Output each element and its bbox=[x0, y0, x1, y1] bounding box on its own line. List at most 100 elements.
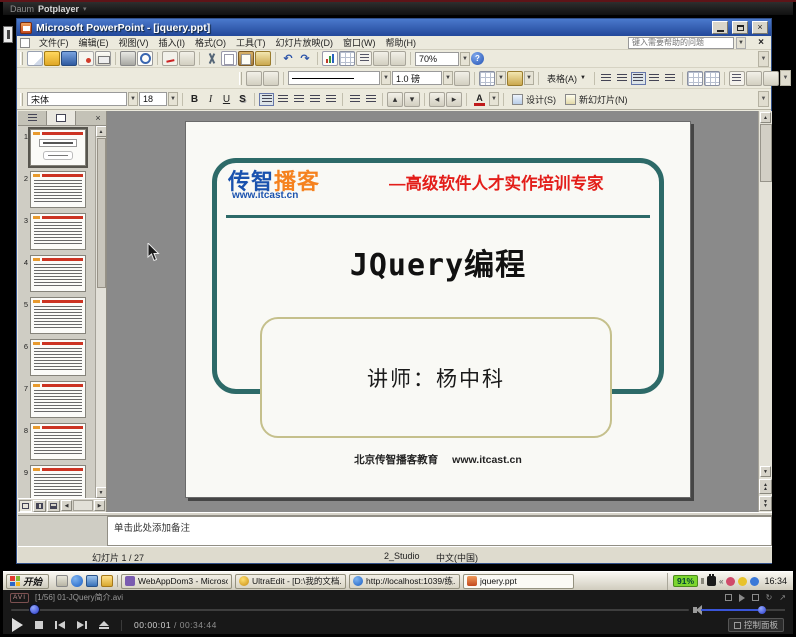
new-icon[interactable] bbox=[27, 51, 43, 66]
insert-table-icon[interactable] bbox=[339, 51, 355, 66]
italic-button[interactable]: I bbox=[203, 92, 218, 107]
thumbnail-slide-3[interactable] bbox=[30, 213, 86, 250]
rotate-text-icon[interactable] bbox=[763, 71, 779, 86]
menu-help[interactable]: 帮助(H) bbox=[381, 36, 422, 49]
menu-tools[interactable]: 工具(T) bbox=[231, 36, 271, 49]
tray-icon-3[interactable] bbox=[750, 577, 759, 586]
slide-editor[interactable]: 传智播客 www.itcast.cn —高级软件人才实作培训专家 JQuery编… bbox=[107, 111, 758, 512]
next-slide-button[interactable]: ▼▼ bbox=[759, 496, 772, 511]
help-icon[interactable]: ? bbox=[471, 52, 484, 65]
toolbar-overflow-icon[interactable]: ▼ bbox=[758, 91, 769, 107]
scroll-right-icon[interactable]: ▶ bbox=[94, 500, 105, 511]
volume-knob[interactable] bbox=[758, 606, 766, 614]
tray-icon-1[interactable] bbox=[726, 577, 735, 586]
zoom-combo[interactable]: 70% bbox=[415, 52, 459, 66]
show-grid-icon[interactable] bbox=[373, 51, 389, 66]
outside-border-icon[interactable] bbox=[479, 71, 495, 86]
slideshow-view-button[interactable] bbox=[47, 500, 60, 512]
clock[interactable]: 16:34 bbox=[764, 576, 787, 586]
permission-icon[interactable] bbox=[78, 51, 94, 66]
print-icon[interactable] bbox=[120, 51, 136, 66]
close-button[interactable]: × bbox=[752, 21, 768, 34]
volume-icon[interactable] bbox=[693, 607, 697, 613]
slide-canvas[interactable]: 传智播客 www.itcast.cn —高级软件人才实作培训专家 JQuery编… bbox=[185, 121, 691, 498]
menu-file[interactable]: 文件(F) bbox=[34, 36, 74, 49]
seek-knob[interactable] bbox=[29, 604, 40, 615]
email-icon[interactable] bbox=[95, 51, 111, 66]
cut-icon[interactable] bbox=[204, 51, 220, 66]
fill-color-icon[interactable] bbox=[507, 71, 523, 86]
tray-expand-icon[interactable]: « bbox=[719, 577, 723, 586]
previous-button[interactable] bbox=[55, 621, 65, 629]
normal-view-button[interactable] bbox=[19, 500, 32, 512]
paste-icon[interactable] bbox=[238, 51, 254, 66]
border-color-pencil-icon[interactable] bbox=[454, 71, 470, 86]
text-direction-icon[interactable] bbox=[746, 71, 762, 86]
format-painter-icon[interactable] bbox=[255, 51, 271, 66]
line-weight-combo[interactable]: 1.0 磅 bbox=[392, 71, 442, 85]
aspect-ratio-icon[interactable]: ↗ bbox=[779, 593, 786, 602]
menu-view[interactable]: 视图(V) bbox=[114, 36, 154, 49]
player-menu-caret-icon[interactable]: ▾ bbox=[83, 5, 87, 13]
font-name-dropdown-icon[interactable]: ▼ bbox=[128, 92, 138, 106]
battery-indicator[interactable]: 91% bbox=[673, 575, 698, 587]
thumbnail-slide-9[interactable] bbox=[30, 465, 86, 498]
shadow-button[interactable]: S bbox=[235, 92, 250, 107]
draw-table-icon[interactable] bbox=[246, 71, 262, 86]
taskbar-button-browser[interactable]: http://localhost:1039/练... bbox=[349, 574, 460, 589]
restore-button[interactable] bbox=[732, 21, 748, 34]
scroll-left-icon[interactable]: ◀ bbox=[61, 500, 72, 511]
vertical-text-icon[interactable] bbox=[323, 93, 338, 106]
powerpoint-titlebar[interactable]: Microsoft PowerPoint - [jquery.ppt] × bbox=[17, 19, 771, 36]
line-style-dropdown-icon[interactable]: ▼ bbox=[381, 71, 391, 85]
quick-launch-app-icon[interactable] bbox=[86, 575, 98, 587]
scroll-thumb[interactable] bbox=[760, 124, 772, 182]
copy-icon[interactable] bbox=[221, 51, 237, 66]
scroll-down-icon[interactable]: ▼ bbox=[760, 466, 771, 477]
mini-play-icon[interactable] bbox=[739, 594, 745, 602]
tab-slides[interactable] bbox=[47, 111, 76, 125]
font-color-button[interactable]: A bbox=[471, 92, 488, 107]
control-panel-button[interactable]: 控制面板 bbox=[728, 618, 784, 632]
design-button[interactable]: 设计(S) bbox=[508, 91, 560, 108]
menu-insert[interactable]: 插入(I) bbox=[154, 36, 191, 49]
merge-cells-icon[interactable] bbox=[599, 72, 614, 85]
internet-explorer-icon[interactable] bbox=[71, 575, 83, 587]
decrease-font-icon[interactable]: ▾ bbox=[404, 92, 420, 107]
video-area[interactable]: Microsoft PowerPoint - [jquery.ppt] × 文件… bbox=[3, 15, 793, 590]
zoom-dropdown-icon[interactable]: ▼ bbox=[460, 52, 470, 66]
thumbnail-row[interactable]: 5 bbox=[19, 297, 94, 339]
document-icon[interactable] bbox=[20, 38, 30, 48]
thumbnail-row[interactable]: 9 bbox=[19, 465, 94, 498]
thumbnail-slide-7[interactable] bbox=[30, 381, 86, 418]
thumbnail-row[interactable]: 2 bbox=[19, 171, 94, 213]
menu-edit[interactable]: 编辑(E) bbox=[74, 36, 114, 49]
numbered-list-icon[interactable] bbox=[347, 93, 362, 106]
show-formatting-icon[interactable] bbox=[356, 51, 372, 66]
distribute-rows-icon[interactable] bbox=[687, 71, 703, 86]
toolbar-overflow-icon[interactable]: ▼ bbox=[780, 70, 791, 86]
close-pane-icon[interactable]: × bbox=[90, 111, 106, 125]
start-button[interactable]: 开始 bbox=[6, 574, 49, 589]
increase-font-icon[interactable]: ▴ bbox=[387, 92, 403, 107]
volume-slider[interactable] bbox=[701, 609, 785, 611]
taskbar-button-webapp[interactable]: WebAppDom3 - Microsof... bbox=[121, 574, 232, 589]
bullet-list-icon[interactable] bbox=[363, 93, 378, 106]
split-cells-icon[interactable] bbox=[615, 72, 630, 85]
undo-icon[interactable]: ↶ bbox=[280, 51, 296, 66]
table-menu-button[interactable]: 表格(A) ▼ bbox=[543, 70, 590, 87]
eraser-icon[interactable] bbox=[263, 71, 279, 86]
previous-slide-button[interactable]: ▲▲ bbox=[759, 479, 772, 494]
align-bottom-icon[interactable] bbox=[663, 72, 678, 85]
thumbnail-slide-1[interactable] bbox=[30, 129, 86, 166]
taskbar-button-ultraedit[interactable]: UltraEdit - [D:\我的文档... bbox=[235, 574, 346, 589]
align-right-icon[interactable] bbox=[291, 93, 306, 106]
player-titlebar[interactable]: Daum Potplayer ▾ bbox=[3, 2, 793, 15]
border-dropdown-icon[interactable]: ▼ bbox=[496, 71, 506, 85]
pane-scrollbar[interactable]: ▲ ▼ bbox=[95, 126, 106, 498]
underline-button[interactable]: U bbox=[219, 92, 234, 107]
thumbnail-slide-8[interactable] bbox=[30, 423, 86, 460]
thumbnail-row[interactable]: 1 bbox=[19, 129, 94, 171]
thumbnail-slide-4[interactable] bbox=[30, 255, 86, 292]
research-icon[interactable] bbox=[179, 51, 195, 66]
